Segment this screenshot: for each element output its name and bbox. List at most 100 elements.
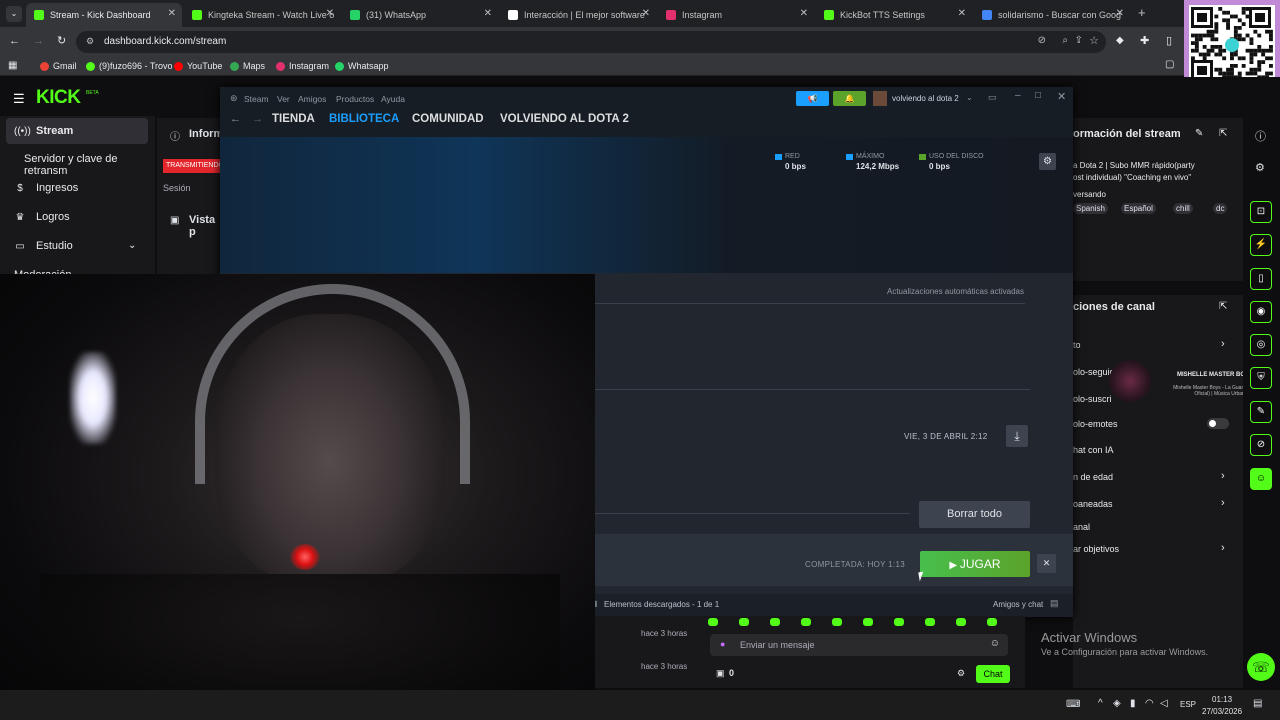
tab-close-icon[interactable]: ✕ (168, 8, 176, 19)
steam-user-avatar[interactable] (873, 91, 887, 106)
tab-search-button[interactable]: ⌄ (6, 6, 22, 22)
rail-chat-icon[interactable]: ◉ (1250, 301, 1272, 323)
clear-all-button[interactable]: Borrar todo (919, 501, 1030, 528)
steam-forward-icon[interactable]: → (252, 113, 263, 125)
new-tab-icon[interactable]: + (1138, 5, 1146, 20)
chevron-right-icon[interactable]: › (1221, 542, 1225, 554)
eye-off-icon[interactable]: ⊘ (1038, 35, 1046, 46)
zoom-icon[interactable]: ⌕ (1062, 35, 1068, 46)
chat-send-button[interactable]: Chat (976, 665, 1010, 683)
big-picture-icon[interactable]: ▭ (988, 92, 997, 103)
tab-close-icon[interactable]: ✕ (642, 8, 650, 19)
battery-icon[interactable]: ▮ (1130, 698, 1136, 709)
rail-wrench-icon[interactable]: ✎ (1250, 401, 1272, 423)
steam-menu-item[interactable]: Ayuda (381, 94, 405, 104)
support-chat-button[interactable]: ☏ (1247, 653, 1275, 681)
chat-input[interactable]: ● Enviar un mensaje ☺ (710, 634, 1008, 656)
bookmark-item[interactable]: Instagram (276, 61, 329, 71)
sidebar-item[interactable]: ((•)) Stream (14, 125, 73, 137)
steam-menu-item[interactable]: Productos (336, 94, 374, 104)
star-icon[interactable]: ☆ (1089, 34, 1099, 47)
play-button[interactable]: ▶ JUGAR (920, 551, 1030, 577)
steam-nav-tienda[interactable]: TIENDA (272, 113, 315, 125)
all-bookmarks-icon[interactable]: ▢ (1165, 59, 1174, 70)
tray-app-icon[interactable]: ◈ (1113, 698, 1121, 709)
channel-action-row[interactable]: anal (1073, 522, 1090, 532)
channel-actions-popout-icon[interactable]: ⇱ (1219, 301, 1227, 312)
sidebar-item[interactable]: $ Ingresos (14, 182, 78, 194)
downloads-footer-label[interactable]: Elementos descargados - 1 de 1 (604, 600, 719, 609)
channel-action-row[interactable]: hat con IA (1073, 445, 1114, 455)
sidebar-item[interactable]: ▭ Estudio (14, 240, 72, 252)
rail-phone-icon[interactable]: ▯ (1250, 268, 1272, 290)
friends-chat-label[interactable]: Amigos y chat (993, 600, 1043, 609)
url-field[interactable]: ⚙ dashboard.kick.com/stream ⊘ ⌕ ⇪ ☆ (76, 31, 1106, 53)
download-settings-button[interactable]: ⚙ (1039, 153, 1056, 170)
toggle-emotes[interactable] (1207, 418, 1229, 429)
steam-menu-item[interactable]: Ver (277, 94, 290, 104)
tray-chevron-icon[interactable]: ^ (1098, 698, 1103, 709)
browser-tab[interactable]: KickBot TTS Settings ✕ (816, 3, 972, 27)
rail-crop-icon[interactable]: ⊡ (1250, 201, 1272, 223)
bookmark-item[interactable]: YouTube (174, 61, 222, 71)
tag-chip[interactable]: Español (1121, 203, 1156, 214)
browser-tab[interactable]: Kingteka Stream - Watch Live o ✕ (184, 3, 340, 27)
browser-tab[interactable]: solidarismo - Buscar con Goog ✕ (974, 3, 1130, 27)
remove-completed-button[interactable]: ✕ (1037, 554, 1056, 573)
reload-icon[interactable]: ↻ (57, 34, 66, 47)
chevron-right-icon[interactable]: › (1221, 497, 1225, 509)
close-icon[interactable]: ✕ (1057, 90, 1066, 103)
channel-action-row[interactable]: oaneadas (1073, 499, 1113, 509)
user-chevron-icon[interactable]: ⌄ (966, 93, 973, 102)
volume-icon[interactable]: ◁ (1160, 698, 1168, 709)
site-info-icon[interactable]: ⚙ (86, 36, 94, 47)
channel-action-row[interactable]: ar objetivos (1073, 544, 1119, 554)
kick-logo[interactable]: KICK (36, 87, 81, 109)
rail-radio-icon[interactable]: ◎ (1250, 334, 1272, 356)
edit-icon[interactable]: ✎ (1195, 128, 1203, 139)
tab-close-icon[interactable]: ✕ (484, 8, 492, 19)
chevron-right-icon[interactable]: › (1221, 338, 1225, 350)
bookmark-item[interactable]: Maps (230, 61, 265, 71)
steam-user-name[interactable]: volviendo al dota 2 (892, 94, 959, 103)
clock-date[interactable]: 27/03/2026 (1202, 707, 1242, 716)
tab-close-icon[interactable]: ✕ (958, 8, 966, 19)
browser-tab[interactable]: (31) WhatsApp ✕ (342, 3, 498, 27)
share-icon[interactable]: ⇪ (1075, 35, 1083, 46)
forward-icon[interactable]: → (33, 35, 44, 47)
steam-menu-item[interactable]: Steam (244, 94, 269, 104)
menu-icon[interactable]: ☰ (13, 91, 25, 107)
steam-nav-volviendo-al-dota-2[interactable]: VOLVIENDO AL DOTA 2 (500, 113, 629, 125)
rail-block-icon[interactable]: ⊘ (1250, 434, 1272, 456)
channel-action-row[interactable]: to (1073, 340, 1081, 350)
sidebar-icon[interactable]: ▯ (1166, 34, 1172, 47)
apps-grid-icon[interactable]: ▦ (8, 60, 17, 71)
download-button[interactable]: ⤓ (1006, 425, 1028, 447)
language-indicator[interactable]: ESP (1180, 700, 1196, 709)
chevron-down-icon[interactable]: ⌄ (128, 240, 136, 251)
browser-tab[interactable]: Instagram ✕ (658, 3, 814, 27)
wifi-icon[interactable]: ◠ (1145, 698, 1154, 709)
bookmark-item[interactable]: Whatsapp (335, 61, 389, 71)
chat-settings-icon[interactable]: ⚙ (957, 668, 965, 679)
channel-action-row[interactable]: n de edad (1073, 472, 1113, 482)
tab-close-icon[interactable]: ✕ (1116, 8, 1124, 19)
notifications-button[interactable]: 🔔 (833, 91, 866, 106)
extensions-puzzle-icon[interactable]: ✚ (1140, 34, 1149, 47)
emoji-icon[interactable]: ☺ (990, 638, 1000, 649)
steam-menu-item[interactable]: Amigos (298, 94, 326, 104)
browser-tab[interactable]: Stream - Kick Dashboard ✕ (26, 3, 182, 27)
back-icon[interactable]: ← (9, 35, 20, 47)
steam-back-icon[interactable]: ← (230, 113, 241, 125)
tag-chip[interactable]: chill (1173, 203, 1193, 214)
rail-info-icon[interactable]: ⓘ (1255, 128, 1266, 144)
channel-action-row[interactable]: olo-suscri (1073, 394, 1112, 404)
sidebar-item[interactable]: ♛ Logros (14, 211, 70, 223)
steam-nav-comunidad[interactable]: COMUNIDAD (412, 113, 484, 125)
chevron-right-icon[interactable]: › (1221, 470, 1225, 482)
rail-shield-icon[interactable]: ⛨ (1250, 367, 1272, 389)
maximize-icon[interactable]: □ (1035, 90, 1041, 101)
rail-emote-icon[interactable]: ☺ (1250, 468, 1272, 490)
clock-time[interactable]: 01:13 (1212, 695, 1232, 704)
browser-tab[interactable]: Interacción | El mejor software ✕ (500, 3, 656, 27)
